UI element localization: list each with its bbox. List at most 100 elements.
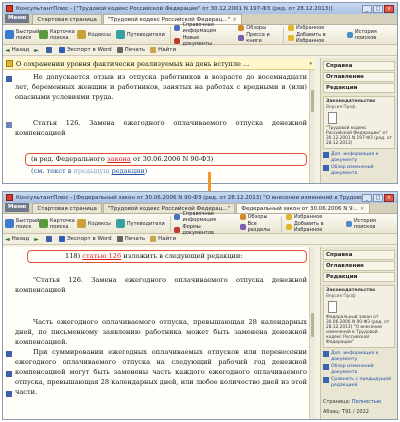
compare-edition-link[interactable]: Сравнить с предыдущей редакцией — [323, 377, 395, 388]
add-favorite-button[interactable]: Добавить в Избранное — [285, 221, 335, 233]
maximize-icon[interactable]: □ — [373, 193, 383, 202]
close-tab-icon[interactable]: × — [232, 17, 237, 23]
scroll-thumb[interactable] — [311, 90, 314, 112]
info-marker-icon[interactable] — [6, 122, 12, 128]
back-button[interactable]: ◄ Назад — [5, 47, 29, 54]
law-link[interactable]: закона — [107, 155, 131, 163]
extra-info-link[interactable]: Доп. информация к документу — [323, 152, 395, 163]
favorites-button[interactable]: Избранное — [285, 214, 335, 220]
close-notice-icon[interactable]: ▾ — [309, 61, 312, 67]
document-book-icon — [328, 112, 337, 124]
word-icon — [58, 236, 65, 242]
article-126-link[interactable]: статью 126 — [82, 252, 121, 260]
history-button[interactable]: История поисков — [345, 218, 384, 230]
document-scrollbar[interactable] — [309, 247, 315, 419]
save-button[interactable] — [45, 47, 54, 53]
tab-federal-law[interactable]: Федеральный закон от 30.06.2006 N 9... × — [236, 203, 370, 213]
button-label: Все разделы — [247, 221, 271, 233]
link-label: Доп. информация к документу — [331, 351, 379, 362]
add-favorite-button[interactable]: Добавить в Избранное — [287, 32, 336, 44]
toolbar-divider — [169, 26, 171, 43]
export-word-button[interactable]: Экспорт в Word — [58, 236, 112, 242]
button-label: Найти — [158, 47, 177, 53]
tab-start-page[interactable]: Стартовая страница — [32, 14, 102, 24]
search-icon — [5, 30, 14, 39]
window-titlebar: КонсультантПлюс - [Федеральный закон от … — [3, 192, 397, 203]
extra-info-link[interactable]: Доп. информация к документу — [323, 351, 395, 362]
amendment-item: 118) статью 126 изложить в следующей ред… — [65, 251, 305, 261]
print-button[interactable]: Печать — [116, 47, 145, 53]
find-button[interactable]: Найти — [150, 236, 176, 242]
tab-start-page[interactable]: Стартовая страница — [32, 203, 102, 213]
favorites-button[interactable]: Избранное — [287, 25, 336, 31]
document-info-panel: Законодательство Версия Проф "Трудовой к… — [323, 96, 395, 149]
close-tab-icon[interactable]: × — [360, 206, 365, 212]
print-button[interactable]: Печать — [116, 236, 145, 242]
codes-button[interactable]: Кодексы — [77, 30, 111, 39]
article-heading: Статья 126. Замена ежегодного оплачиваем… — [15, 119, 307, 137]
maximize-icon[interactable]: □ — [373, 4, 383, 13]
all-sections-button[interactable]: Все разделы — [239, 221, 271, 233]
history-button[interactable]: История поисков — [346, 29, 384, 41]
paragraph-marker-icon[interactable] — [6, 371, 12, 377]
button-label: Пресса и книги — [246, 32, 270, 44]
new-docs-button[interactable]: Новые документы — [174, 35, 227, 47]
window-title: КонсультантПлюс - [Федеральный закон от … — [16, 194, 362, 201]
sidebar-item-reference[interactable]: Справка — [323, 250, 395, 260]
document-scrollbar[interactable] — [309, 70, 315, 183]
card-search-button[interactable]: Карточка поиска — [39, 218, 75, 230]
history-icon — [346, 31, 353, 38]
forms-button[interactable]: Формы документов — [174, 224, 228, 236]
find-button[interactable]: Найти — [150, 47, 176, 53]
button-label: Путеводители — [126, 220, 165, 227]
button-label: Избранное — [295, 25, 325, 31]
forward-arrow-icon: ► — [34, 235, 39, 243]
guides-button[interactable]: Путеводители — [115, 30, 165, 39]
review-icon — [323, 364, 329, 370]
reviews-button[interactable]: Обзоры — [239, 214, 271, 220]
sidebar-item-editions[interactable]: Редакции — [323, 83, 395, 93]
save-button[interactable] — [45, 236, 54, 242]
sidebar-item-editions[interactable]: Редакции — [323, 272, 395, 282]
card-search-button[interactable]: Карточка поиска — [39, 29, 75, 41]
paragraph-marker-icon[interactable] — [6, 391, 12, 397]
forward-button[interactable]: ► — [34, 47, 41, 54]
add-star-icon — [287, 35, 294, 41]
forms-icon — [174, 227, 181, 233]
previous-edition-link[interactable]: редакции — [112, 167, 145, 175]
changes-review-link[interactable]: Обзор изменений документа — [323, 165, 395, 176]
reference-button[interactable]: Справочная информация — [174, 211, 228, 223]
paragraph-marker-icon[interactable] — [6, 76, 12, 82]
export-word-button[interactable]: Экспорт в Word — [58, 47, 112, 53]
paragraph-label: Абзац: — [323, 409, 341, 415]
quick-search-button[interactable]: Быстрый поиск — [5, 218, 39, 230]
notice-strip[interactable]: О сохранении уровня фактически реализуем… — [3, 58, 315, 70]
link-label: Обзор изменений документа — [331, 364, 374, 375]
tab-label: Стартовая страница — [37, 17, 97, 23]
reference-button[interactable]: Справочная информация — [174, 22, 227, 34]
minimize-icon[interactable]: _ — [362, 193, 372, 202]
toolbar-column-history: История поисков — [345, 218, 389, 230]
app-icon — [6, 194, 13, 201]
sidebar-item-contents[interactable]: Оглавление — [323, 261, 395, 271]
guides-button[interactable]: Путеводители — [115, 219, 165, 228]
scroll-thumb[interactable] — [311, 313, 314, 337]
new-docs-icon — [174, 38, 181, 44]
page-value[interactable]: Полностью — [352, 399, 381, 405]
sidebar-item-reference[interactable]: Справка — [323, 61, 395, 71]
sidebar-item-contents[interactable]: Оглавление — [323, 72, 395, 82]
menu-button[interactable]: Меню — [5, 203, 30, 212]
reviews-button[interactable]: Обзоры — [238, 25, 272, 31]
paragraph-marker-icon[interactable] — [6, 351, 12, 357]
minimize-icon[interactable]: _ — [362, 4, 372, 13]
quick-search-button[interactable]: Быстрый поиск — [5, 29, 39, 41]
close-icon[interactable]: × — [384, 4, 394, 13]
changes-review-link[interactable]: Обзор изменений документа — [323, 364, 395, 375]
menu-button[interactable]: Меню — [5, 14, 30, 23]
back-button[interactable]: ◄ Назад — [5, 236, 29, 243]
printer-icon — [116, 47, 123, 53]
forward-button[interactable]: ► — [34, 236, 41, 243]
close-icon[interactable]: × — [384, 193, 394, 202]
press-button[interactable]: Пресса и книги — [238, 32, 272, 44]
codes-button[interactable]: Кодексы — [77, 219, 111, 228]
